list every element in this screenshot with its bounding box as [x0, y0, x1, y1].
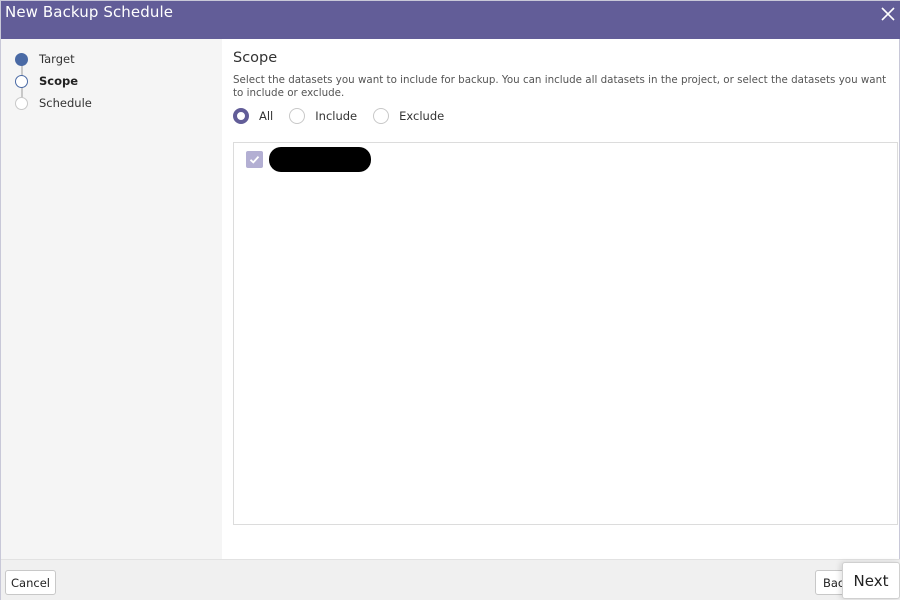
radio-all[interactable]: All: [233, 108, 273, 124]
dataset-checkbox[interactable]: [246, 150, 263, 168]
radio-label: Exclude: [399, 109, 445, 123]
step-label: Scope: [39, 74, 79, 88]
radio-selected-icon: [233, 108, 249, 124]
radio-unselected-icon: [289, 108, 306, 124]
dialog-title: New Backup Schedule: [5, 3, 174, 21]
radio-exclude[interactable]: Exclude: [373, 108, 444, 124]
dataset-list: [233, 142, 898, 525]
step-label: Schedule: [39, 96, 92, 110]
cancel-button[interactable]: Cancel: [5, 570, 56, 595]
step-target[interactable]: Target: [15, 49, 75, 69]
close-icon[interactable]: [877, 3, 899, 25]
dialog-footer: Cancel Back Next: [1, 559, 900, 600]
radio-unselected-icon: [373, 108, 390, 124]
scope-description: Select the datasets you want to include …: [233, 74, 887, 99]
radio-label: Include: [315, 109, 358, 123]
dialog-titlebar: New Backup Schedule: [1, 1, 900, 39]
radio-include[interactable]: Include: [289, 108, 357, 124]
checkmark-icon: [249, 155, 260, 164]
step-label: Target: [39, 52, 75, 66]
page-title: Scope: [233, 50, 278, 66]
wizard-content: Scope Select the datasets you want to in…: [222, 39, 899, 559]
backup-schedule-dialog: New Backup Schedule Target Scope Schedul…: [0, 0, 900, 600]
step-scope[interactable]: Scope: [15, 71, 78, 91]
radio-label: All: [259, 109, 274, 123]
wizard-sidebar: Target Scope Schedule: [1, 39, 222, 559]
step-done-icon: [15, 52, 28, 66]
step-current-icon: [15, 74, 28, 88]
step-todo-icon: [15, 96, 28, 110]
scope-radio-group: All Include Exclude: [233, 107, 460, 125]
redacted-dataset-name: [269, 146, 371, 172]
step-schedule[interactable]: Schedule: [15, 93, 92, 113]
next-button[interactable]: Next: [842, 562, 900, 599]
list-item: [246, 146, 371, 172]
